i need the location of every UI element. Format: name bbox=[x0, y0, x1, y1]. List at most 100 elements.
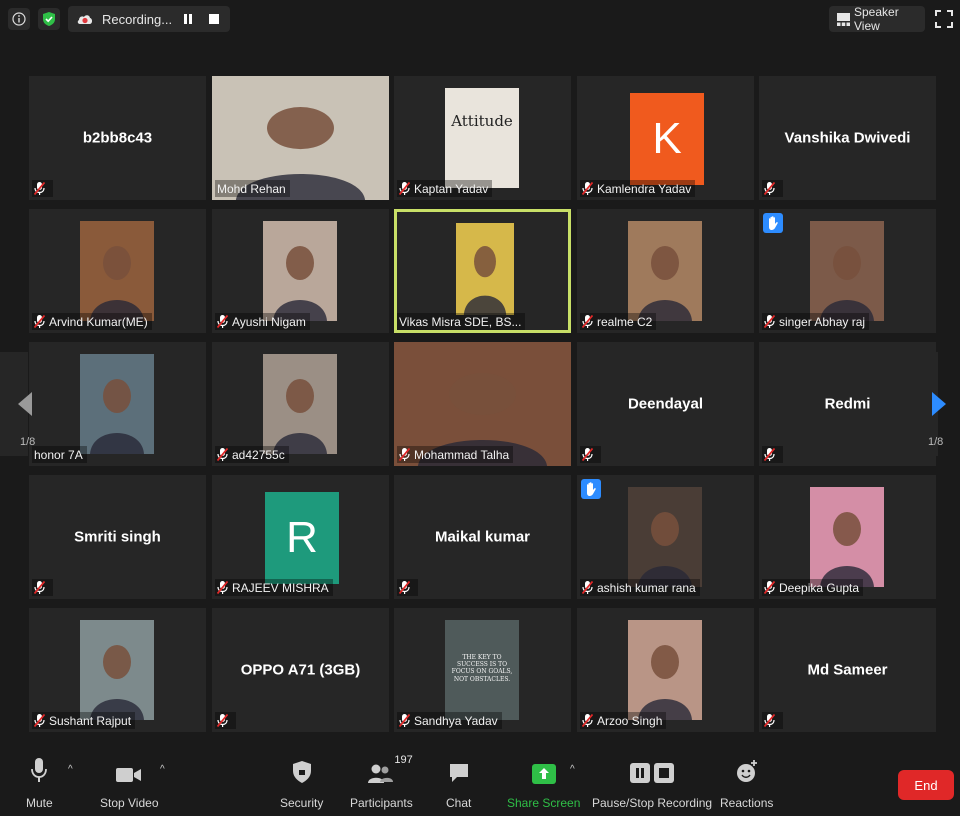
mute-label: Mute bbox=[26, 796, 53, 810]
meeting-top-bar: Recording... Speaker View bbox=[0, 0, 960, 40]
participant-tile[interactable]: Arzoo Singh bbox=[577, 608, 754, 732]
mute-button[interactable]: Mute bbox=[26, 756, 53, 810]
participant-name-label bbox=[762, 712, 783, 729]
participant-tile[interactable]: THE KEY TO SUCCESS IS TO FOCUS ON GOALS,… bbox=[394, 608, 571, 732]
muted-microphone-icon bbox=[581, 580, 594, 595]
participant-tile[interactable]: honor 7A bbox=[29, 342, 206, 466]
participant-display-name: Deendayal bbox=[627, 395, 704, 413]
participant-tile[interactable]: OPPO A71 (3GB) bbox=[212, 608, 389, 732]
participant-tile[interactable]: Deepika Gupta bbox=[759, 475, 936, 599]
muted-microphone-icon bbox=[216, 580, 229, 595]
pause-recording-button[interactable] bbox=[178, 9, 198, 29]
shield-encryption-icon[interactable] bbox=[38, 8, 60, 30]
video-overlay-text: THE KEY TO SUCCESS IS TO FOCUS ON GOALS,… bbox=[451, 654, 513, 683]
participant-name-label bbox=[32, 180, 53, 197]
participant-display-name: Vanshika Dwivedi bbox=[784, 129, 911, 147]
muted-microphone-icon bbox=[763, 580, 776, 595]
participant-name: Sandhya Yadav bbox=[414, 713, 498, 728]
participant-tile[interactable]: singer Abhay raj bbox=[759, 209, 936, 333]
participant-name: Kamlendra Yadav bbox=[597, 181, 692, 196]
participant-tile[interactable]: b2bb8c43 bbox=[29, 76, 206, 200]
security-label: Security bbox=[280, 796, 324, 810]
speaker-view-button[interactable]: Speaker View bbox=[829, 5, 925, 33]
participant-video-feed bbox=[810, 487, 884, 587]
participant-tile[interactable]: Arvind Kumar(ME) bbox=[29, 209, 206, 333]
participant-display-name: Smriti singh bbox=[74, 528, 161, 546]
audio-options-caret[interactable]: ^ bbox=[68, 764, 73, 775]
stop-video-button[interactable]: Stop Video bbox=[100, 756, 159, 810]
security-button[interactable]: Security bbox=[280, 756, 323, 810]
participant-name-label: Arzoo Singh bbox=[580, 712, 667, 729]
reactions-label: Reactions bbox=[720, 796, 774, 810]
share-options-caret[interactable]: ^ bbox=[570, 764, 575, 775]
participant-tile[interactable]: Md Sameer bbox=[759, 608, 936, 732]
participants-count: 197 bbox=[394, 754, 413, 766]
participant-name-label bbox=[580, 446, 601, 463]
raised-hand-icon bbox=[763, 213, 783, 233]
participant-name-label: Ayushi Nigam bbox=[215, 313, 310, 330]
participants-button[interactable]: 197 Participants bbox=[350, 754, 413, 810]
share-screen-label: Share Screen bbox=[507, 796, 581, 810]
info-icon[interactable] bbox=[8, 8, 30, 30]
video-options-caret[interactable]: ^ bbox=[160, 764, 165, 775]
participant-name: Ayushi Nigam bbox=[232, 314, 306, 329]
chat-label: Chat bbox=[446, 796, 472, 810]
participant-video-feed bbox=[263, 221, 337, 321]
participant-tile[interactable]: Vanshika Dwivedi bbox=[759, 76, 936, 200]
smiley-add-icon bbox=[735, 756, 759, 784]
pause-stop-recording-button[interactable]: Pause/Stop Recording bbox=[592, 756, 712, 810]
participant-name-label: Sandhya Yadav bbox=[397, 712, 502, 729]
participant-tile[interactable]: Attitude Kaptan Yadav bbox=[394, 76, 571, 200]
participant-name-label: ad42755c bbox=[215, 446, 289, 463]
microphone-icon bbox=[31, 756, 48, 784]
raised-hand-icon bbox=[581, 479, 601, 499]
participant-name: RAJEEV MISHRA bbox=[232, 580, 329, 595]
participant-tile[interactable]: ashish kumar rana bbox=[577, 475, 754, 599]
muted-microphone-icon bbox=[581, 181, 594, 196]
participant-tile[interactable]: Vikas Misra SDE, BS... bbox=[394, 209, 571, 333]
participant-video-feed bbox=[456, 223, 514, 315]
stop-recording-button[interactable] bbox=[204, 9, 224, 29]
arrow-left-icon bbox=[18, 392, 32, 416]
participant-name-label bbox=[397, 579, 418, 596]
participant-name: Deepika Gupta bbox=[779, 580, 860, 595]
participant-name-label bbox=[762, 180, 783, 197]
end-meeting-button[interactable]: End bbox=[898, 770, 954, 800]
speaker-view-label: Speaker View bbox=[854, 5, 899, 33]
participant-name: Kaptan Yadav bbox=[414, 181, 489, 196]
participant-tile[interactable]: Maikal kumar bbox=[394, 475, 571, 599]
participant-name: Sushant Rajput bbox=[49, 713, 132, 728]
cloud-recording-icon bbox=[76, 10, 94, 28]
muted-microphone-icon bbox=[581, 713, 594, 728]
muted-microphone-icon bbox=[763, 713, 776, 728]
reactions-button[interactable]: Reactions bbox=[720, 756, 773, 810]
participant-tile[interactable]: Mohammad Talha bbox=[394, 342, 571, 466]
participant-tile[interactable]: ad42755c bbox=[212, 342, 389, 466]
muted-microphone-icon bbox=[398, 580, 411, 595]
participant-tile[interactable]: Ayushi Nigam bbox=[212, 209, 389, 333]
participant-name: ad42755c bbox=[232, 447, 285, 462]
page-indicator-left: 1/8 bbox=[20, 436, 36, 448]
participant-tile[interactable]: Smriti singh bbox=[29, 475, 206, 599]
participant-name-label: honor 7A bbox=[32, 446, 87, 463]
participant-tile[interactable]: Mohd Rehan bbox=[212, 76, 389, 200]
muted-microphone-icon bbox=[763, 314, 776, 329]
participant-name: realme C2 bbox=[597, 314, 653, 329]
participant-name: Mohammad Talha bbox=[414, 447, 510, 462]
view-grid-icon bbox=[837, 12, 850, 26]
muted-microphone-icon bbox=[581, 314, 594, 329]
participant-display-name: Md Sameer bbox=[807, 661, 888, 679]
participant-video-feed: THE KEY TO SUCCESS IS TO FOCUS ON GOALS,… bbox=[445, 620, 519, 720]
fullscreen-icon[interactable] bbox=[935, 10, 953, 28]
gallery-grid: b2bb8c43 Mohd Rehan Attitude Kaptan Yadav K K… bbox=[29, 76, 937, 732]
participant-video-feed bbox=[80, 354, 154, 454]
participant-name-label: ashish kumar rana bbox=[580, 579, 700, 596]
participant-tile[interactable]: Deendayal bbox=[577, 342, 754, 466]
participant-name-label bbox=[762, 446, 783, 463]
participant-tile[interactable]: R RAJEEV MISHRA bbox=[212, 475, 389, 599]
participant-tile[interactable]: realme C2 bbox=[577, 209, 754, 333]
chat-button[interactable]: Chat bbox=[446, 756, 471, 810]
participant-name-label: Mohammad Talha bbox=[397, 446, 514, 463]
participant-tile[interactable]: Sushant Rajput bbox=[29, 608, 206, 732]
participant-tile[interactable]: K Kamlendra Yadav bbox=[577, 76, 754, 200]
